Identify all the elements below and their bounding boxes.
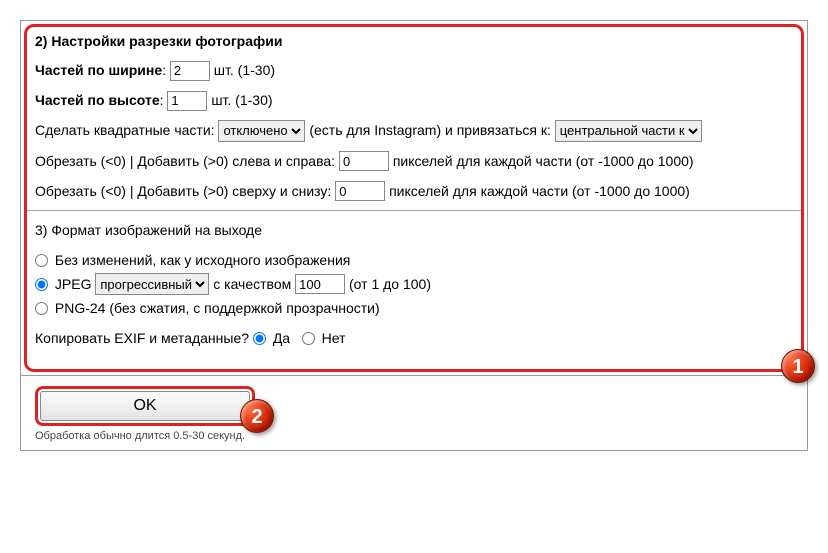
exif-row: Копировать EXIF и метаданные? Да Нет (35, 327, 793, 349)
exif-no-radio[interactable] (302, 332, 315, 345)
format-jpeg-row: JPEG прогрессивный с качеством (от 1 до … (35, 273, 793, 296)
section-3-title: 3) Формат изображений на выходе (35, 219, 793, 241)
section-divider (27, 210, 801, 211)
parts-width-label: Частей по ширине (35, 62, 162, 78)
parts-height-row: Частей по высоте: шт. (1-30) (35, 89, 793, 111)
format-same-label[interactable]: Без изменений, как у исходного изображен… (35, 252, 350, 268)
parts-width-unit: шт. (1-30) (214, 62, 275, 78)
format-same-radio[interactable] (35, 254, 48, 267)
crop-tb-row: Обрезать (<0) | Добавить (>0) сверху и с… (35, 180, 793, 202)
crop-tb-label: Обрезать (<0) | Добавить (>0) сверху и с… (35, 183, 331, 199)
parts-height-unit: шт. (1-30) (211, 92, 272, 108)
section-2-title: 2) Настройки разрезки фотографии (35, 33, 793, 49)
ok-button[interactable]: OK (40, 391, 250, 421)
jpeg-quality-range: (от 1 до 100) (349, 276, 431, 292)
square-parts-label: Сделать квадратные части: (35, 122, 215, 138)
parts-height-input[interactable] (167, 91, 207, 111)
format-same-row: Без изменений, как у исходного изображен… (35, 249, 793, 271)
exif-yes-label[interactable]: Да (253, 330, 294, 346)
parts-width-input[interactable] (170, 61, 210, 81)
exif-no-label[interactable]: Нет (302, 330, 346, 346)
exif-yes-radio[interactable] (253, 332, 266, 345)
parts-height-label: Частей по высоте (35, 92, 160, 108)
format-jpeg-radio[interactable] (35, 278, 48, 291)
square-parts-row: Сделать квадратные части: отключено (ест… (35, 119, 793, 142)
exif-label: Копировать EXIF и метаданные? (35, 330, 249, 346)
square-parts-suffix: (есть для Instagram) и привязаться к: (309, 122, 551, 138)
jpeg-type-select[interactable]: прогрессивный (95, 273, 209, 295)
settings-container: 2) Настройки разрезки фотографии Частей … (20, 20, 808, 451)
submit-area: OK 2 Обработка обычно длится 0.5-30 секу… (21, 376, 807, 450)
anchor-select[interactable]: центральной части к (555, 120, 702, 142)
format-png-radio[interactable] (35, 302, 48, 315)
crop-lr-suffix: пикселей для каждой части (от -1000 до 1… (393, 153, 694, 169)
format-jpeg-label[interactable]: JPEG (35, 276, 95, 292)
crop-lr-input[interactable] (339, 151, 389, 171)
parts-width-row: Частей по ширине: шт. (1-30) (35, 59, 793, 81)
crop-lr-row: Обрезать (<0) | Добавить (>0) слева и сп… (35, 150, 793, 172)
crop-lr-label: Обрезать (<0) | Добавить (>0) слева и сп… (35, 153, 335, 169)
jpeg-quality-input[interactable] (295, 274, 345, 294)
format-png-label[interactable]: PNG-24 (без сжатия, с поддержкой прозрач… (35, 300, 380, 316)
crop-tb-input[interactable] (335, 181, 385, 201)
crop-tb-suffix: пикселей для каждой части (от -1000 до 1… (389, 183, 690, 199)
highlighted-panel-2: OK 2 (35, 386, 255, 426)
processing-note: Обработка обычно длится 0.5-30 секунд. (35, 430, 793, 442)
annotation-badge-2: 2 (240, 399, 274, 433)
highlighted-panel-1: 2) Настройки разрезки фотографии Частей … (24, 24, 804, 372)
square-parts-select[interactable]: отключено (218, 120, 305, 142)
jpeg-quality-label: с качеством (213, 276, 291, 292)
format-png-row: PNG-24 (без сжатия, с поддержкой прозрач… (35, 297, 793, 319)
